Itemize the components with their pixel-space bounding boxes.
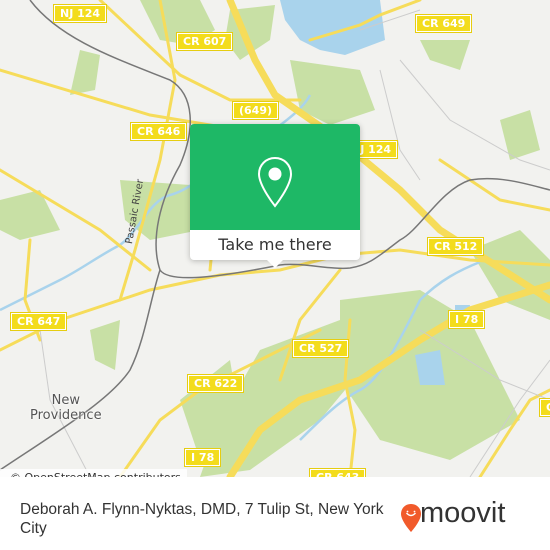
road-label-cr622: CR 622	[186, 374, 245, 393]
road-label-i78-west: I 78	[183, 448, 222, 467]
place-label-new-providence: New Providence	[30, 393, 102, 423]
popup-pointer	[267, 260, 283, 268]
road-label-edge: C	[538, 398, 550, 417]
road-label-cr646: CR 646	[129, 122, 188, 141]
moovit-brand-text: moovit	[420, 497, 506, 529]
take-me-there-button[interactable]: Take me there	[190, 230, 360, 260]
road-label-cr649: CR 649	[414, 14, 473, 33]
map-view[interactable]: NJ 124 CR 607 CR 649 (649) CR 646 NJ 124…	[0, 0, 550, 477]
location-popup: Take me there	[190, 124, 360, 268]
place-title: Deborah A. Flynn-Nyktas, DMD, 7 Tulip St…	[20, 501, 384, 537]
road-label-i78-east: I 78	[447, 310, 486, 329]
popup-header	[190, 124, 360, 230]
map-attribution[interactable]: © OpenStreetMap contributors	[0, 469, 187, 477]
road-label-cr607: CR 607	[175, 32, 234, 51]
location-pin-icon	[257, 156, 293, 208]
moovit-logo-icon	[401, 504, 421, 532]
road-label-cr647: CR 647	[9, 312, 68, 331]
road-label-cr527: CR 527	[291, 339, 350, 358]
road-label-649: (649)	[231, 101, 280, 120]
road-label-cr512: CR 512	[426, 237, 485, 256]
road-label-nj124-top: NJ 124	[52, 4, 108, 23]
road-label-cr643: CR 643	[308, 468, 367, 477]
